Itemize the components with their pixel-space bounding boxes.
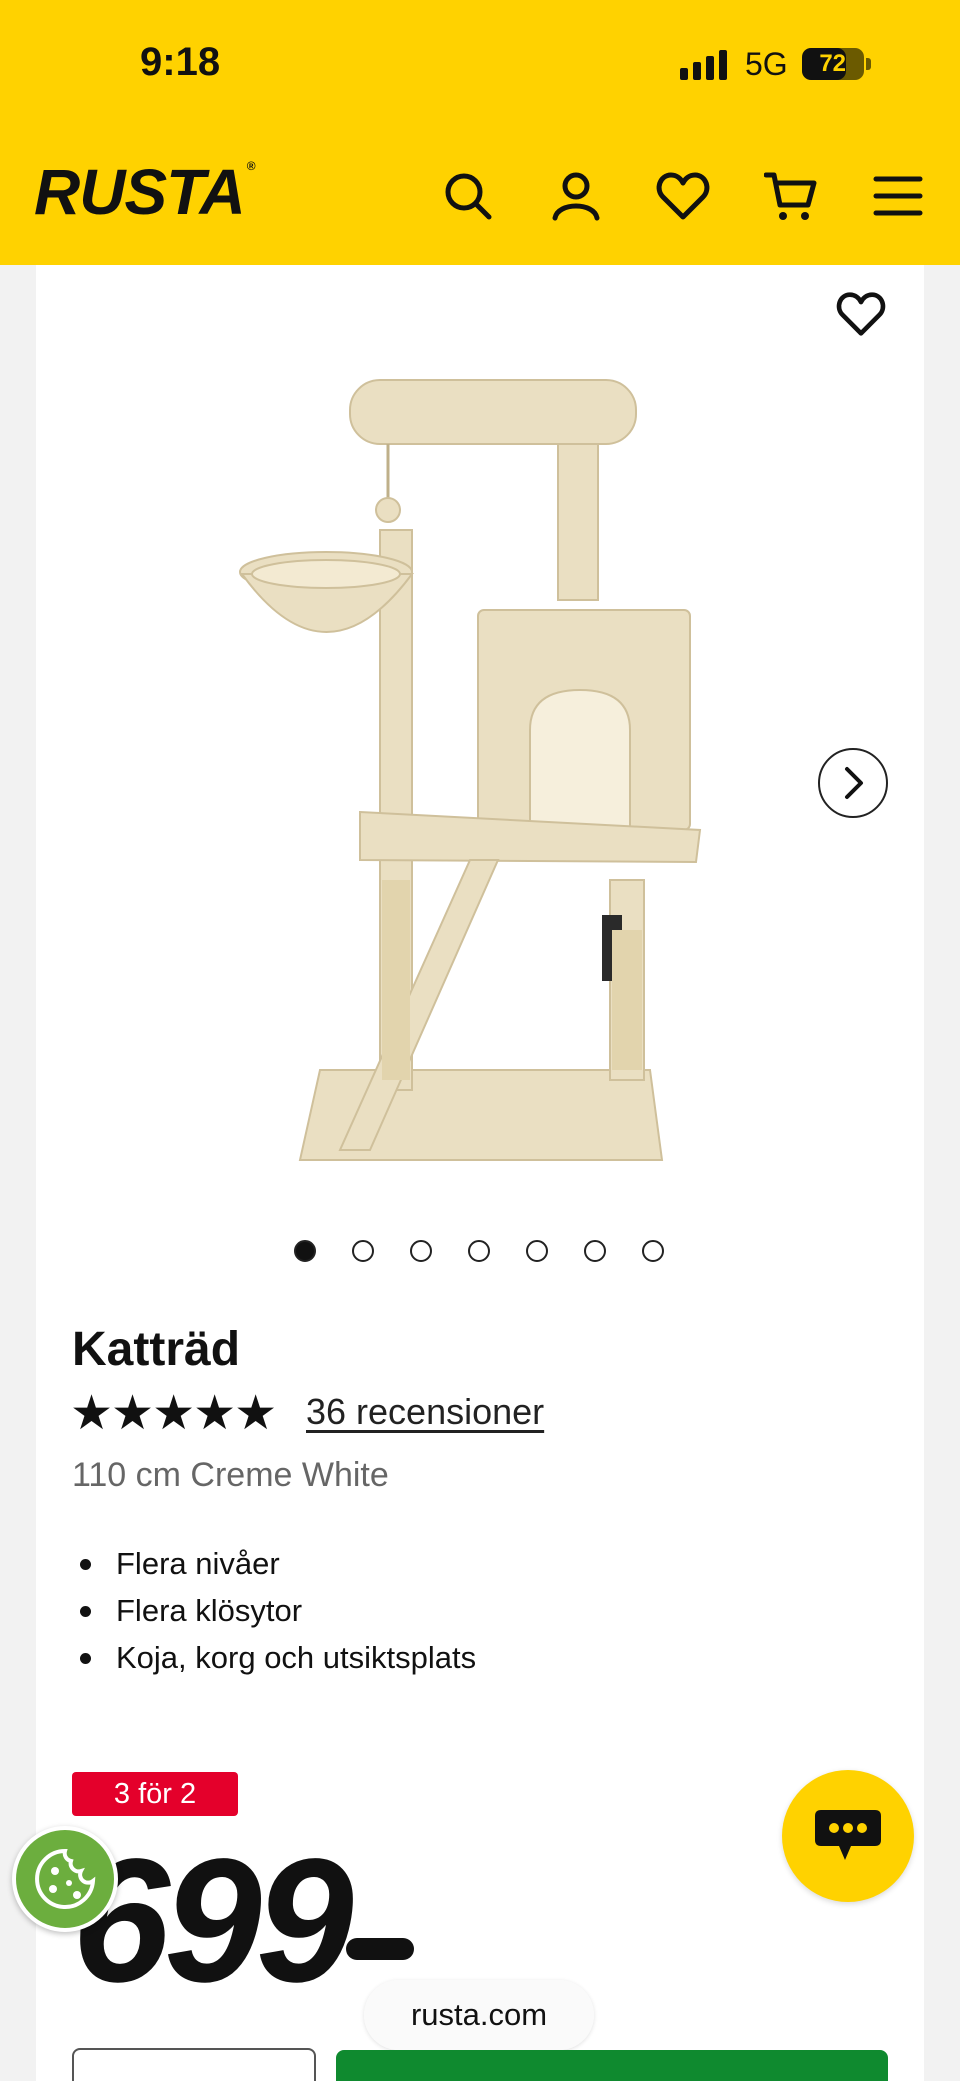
signal-icon (680, 48, 727, 80)
quantity-selector[interactable] (72, 2048, 316, 2081)
feature-item: Flera klösytor (72, 1587, 476, 1634)
product-title: Katträd (72, 1323, 241, 1376)
promo-badge: 3 för 2 (72, 1772, 238, 1816)
feature-item: Flera nivåer (72, 1540, 476, 1587)
chat-icon (815, 1810, 881, 1860)
price-dash (346, 1938, 414, 1960)
status-indicators: 5G 72 (680, 44, 871, 84)
pagination-dot[interactable] (526, 1240, 548, 1262)
pagination-dot[interactable] (468, 1240, 490, 1262)
cookie-settings-button[interactable] (12, 1826, 118, 1932)
url-text: rusta.com (410, 1997, 548, 2032)
rating-stars-icon: ★★★★★ (70, 1385, 277, 1441)
favorite-button[interactable] (832, 288, 890, 340)
feature-list: Flera nivåer Flera klösytor Koja, korg o… (72, 1540, 476, 1681)
product-variant: 110 cm Creme White (72, 1456, 389, 1494)
heart-icon[interactable] (655, 168, 711, 224)
reviews-link[interactable]: 36 recensioner (306, 1390, 544, 1434)
cookie-icon (35, 1848, 96, 1909)
logo-text: RUSTA (34, 156, 246, 228)
pagination-dot[interactable] (584, 1240, 606, 1262)
add-to-cart-button[interactable] (336, 2050, 888, 2081)
image-pagination (294, 1240, 664, 1262)
pagination-dot[interactable] (352, 1240, 374, 1262)
cart-icon[interactable] (763, 168, 819, 224)
pagination-dot[interactable] (642, 1240, 664, 1262)
chat-button[interactable] (782, 1770, 914, 1902)
browser-url-bar[interactable]: rusta.com (364, 1980, 594, 2050)
feature-item: Koja, korg och utsiktsplats (72, 1634, 476, 1681)
search-icon[interactable] (440, 168, 496, 224)
user-icon[interactable] (548, 168, 604, 224)
pagination-dot[interactable] (410, 1240, 432, 1262)
pagination-dot[interactable] (294, 1240, 316, 1262)
battery-icon: 72 (801, 48, 864, 80)
battery-tip (865, 58, 871, 70)
top-header: 9:18 5G 72 RUSTA ® (0, 0, 960, 265)
rusta-logo[interactable]: RUSTA ® (34, 160, 256, 224)
next-image-button[interactable] (818, 748, 888, 818)
menu-icon[interactable] (870, 168, 926, 224)
status-time: 9:18 (140, 40, 221, 84)
battery-level: 72 (819, 50, 847, 77)
product-image[interactable] (230, 360, 730, 1180)
network-label: 5G (745, 45, 788, 82)
